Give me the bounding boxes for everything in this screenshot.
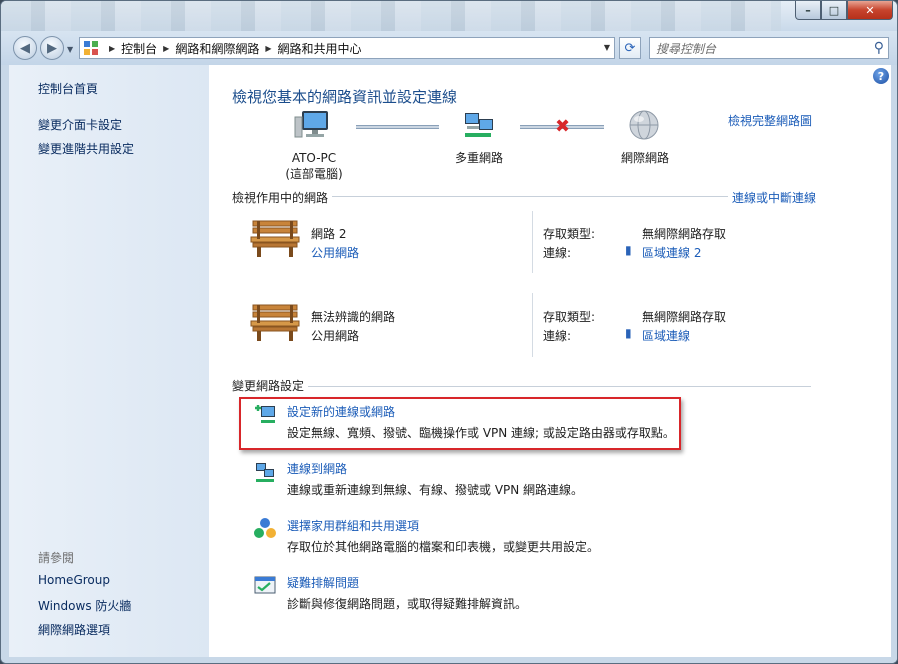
bench-icon[interactable] [249, 303, 301, 346]
sidebar-item-control-panel-home[interactable]: 控制台首頁 [38, 80, 98, 97]
breadcrumb-separator-icon[interactable]: ▶ [109, 44, 115, 53]
control-panel-icon [83, 40, 99, 56]
connect-network-icon[interactable] [253, 460, 277, 484]
forward-arrow-icon: ▶ [47, 40, 57, 56]
red-x-icon[interactable]: ✖ [555, 118, 570, 136]
view-full-map-link[interactable]: 檢視完整網路圖 [728, 112, 812, 129]
main-content: ? 檢視您基本的網路資訊並設定連線 檢視完整網路圖 ATO-PC (這部電腦) [209, 65, 891, 657]
minimize-button[interactable]: – [795, 1, 821, 20]
title-bar-background [1, 1, 781, 31]
task-troubleshoot-desc: 診斷與修復網路問題，或取得疑難排解資訊。 [287, 597, 528, 611]
bench-icon[interactable] [249, 219, 301, 262]
breadcrumb-network-sharing-center[interactable]: 網路和共用中心 [278, 40, 362, 57]
computer-icon[interactable] [294, 109, 330, 144]
task-setup-new-connection-link[interactable]: 設定新的連線或網路 [287, 403, 395, 420]
navigation-bar: ◀ ▶ ▼ ▶ 控制台 ▶ 網路和網際網路 ▶ 網路和共用中心 ▼ ⟳ 搜尋控制… [1, 31, 897, 65]
troubleshoot-icon[interactable] [253, 574, 277, 598]
window-frame-right [891, 65, 897, 663]
window-frame-bottom [1, 657, 897, 663]
breadcrumb-separator-icon[interactable]: ▶ [163, 44, 169, 53]
task-homegroup-link[interactable]: 選擇家用群組和共用選項 [287, 517, 419, 534]
task-connect-network-desc: 連線或重新連線到無線、有線、撥號或 VPN 網路連線。 [287, 483, 584, 497]
maximize-button[interactable]: □ [821, 1, 847, 20]
network-2-connection-link[interactable]: 區域連線 [642, 327, 690, 344]
page-title: 檢視您基本的網路資訊並設定連線 [232, 88, 458, 106]
task-connect-network-link[interactable]: 連線到網路 [287, 460, 347, 477]
network-1-connection-link[interactable]: 區域連線 2 [642, 244, 701, 261]
sidebar-item-change-adapter-settings[interactable]: 變更介面卡設定 [38, 116, 122, 133]
search-placeholder: 搜尋控制台 [656, 41, 717, 56]
network-1-separator [532, 211, 533, 273]
multiple-networks-icon[interactable] [461, 109, 497, 144]
breadcrumb-control-panel[interactable]: 控制台 [121, 40, 157, 57]
internet-globe-icon[interactable] [627, 109, 661, 146]
new-connection-icon[interactable] [253, 402, 277, 426]
computer-name: ATO-PC [291, 151, 337, 165]
refresh-icon: ⟳ [624, 40, 636, 56]
task-setup-new-connection-desc: 設定無線、寬頻、撥號、臨機操作或 VPN 連線; 或設定路由器或存取點。 [287, 426, 675, 440]
network-2-connection-label: 連線: [543, 329, 572, 343]
connect-disconnect-link[interactable]: 連線或中斷連線 [728, 189, 817, 206]
active-networks-title: 檢視作用中的網路 [232, 189, 333, 206]
see-also-heading: 請參閱 [38, 551, 75, 565]
change-settings-divider [232, 386, 811, 387]
homegroup-icon[interactable] [253, 517, 277, 541]
multiple-networks-label: 多重網路 [454, 151, 503, 165]
network-2-access-type-label: 存取類型: [543, 310, 596, 324]
search-input[interactable]: 搜尋控制台 ⚲ [649, 37, 889, 59]
refresh-button[interactable]: ⟳ [619, 37, 641, 59]
connection-line [356, 125, 439, 129]
internet-label: 網際網路 [620, 151, 669, 165]
sidebar-item-internet-options[interactable]: 網際網路選項 [38, 621, 110, 638]
network-sharing-center-window: – □ ✕ ◀ ▶ ▼ ▶ 控制台 ▶ 網路和網際網路 ▶ 網路和共用中心 ▼ … [0, 0, 898, 664]
address-dropdown-icon[interactable]: ▼ [604, 43, 610, 52]
network-1-connection-label: 連線: [543, 246, 572, 260]
network-2-access-type-value: 無網際網路存取 [642, 310, 727, 324]
network-1-name: 網路 2 [311, 227, 347, 241]
task-troubleshoot-link[interactable]: 疑難排解問題 [287, 574, 359, 591]
ethernet-plug-icon: ▮ [625, 243, 632, 257]
ethernet-plug-icon: ▮ [625, 326, 632, 340]
forward-button[interactable]: ▶ [40, 36, 64, 60]
task-homegroup-desc: 存取位於其他網路電腦的檔案和印表機，或變更共用設定。 [287, 540, 600, 554]
sidebar-item-windows-firewall[interactable]: Windows 防火牆 [38, 597, 131, 614]
network-1-access-type-label: 存取類型: [543, 227, 596, 241]
recent-pages-dropdown[interactable]: ▼ [67, 45, 73, 54]
computer-label: ATO-PC (這部電腦) [264, 150, 364, 182]
breadcrumb-network-internet[interactable]: 網路和網際網路 [175, 40, 259, 57]
back-arrow-icon: ◀ [20, 40, 30, 56]
address-bar[interactable]: ▶ 控制台 ▶ 網路和網際網路 ▶ 網路和共用中心 ▼ [79, 37, 615, 59]
sidebar-item-change-advanced-sharing[interactable]: 變更進階共用設定 [38, 140, 134, 157]
sidebar: 控制台首頁 變更介面卡設定 變更進階共用設定 請參閱 HomeGroup Win… [9, 65, 209, 657]
computer-sub-label: (這部電腦) [285, 167, 343, 181]
network-2-separator [532, 293, 533, 357]
search-icon[interactable]: ⚲ [874, 40, 884, 56]
help-icon[interactable]: ? [873, 68, 889, 84]
network-1-category-link[interactable]: 公用網路 [311, 244, 359, 261]
change-settings-title: 變更網路設定 [232, 377, 309, 394]
network-2-category: 公用網路 [311, 329, 360, 343]
close-button[interactable]: ✕ [847, 1, 893, 20]
title-bar: – □ ✕ [1, 1, 897, 31]
back-button[interactable]: ◀ [13, 36, 37, 60]
network-2-name: 無法辨識的網路 [311, 310, 396, 324]
sidebar-item-homegroup[interactable]: HomeGroup [38, 573, 110, 587]
network-1-access-type-value: 無網際網路存取 [642, 227, 727, 241]
caption-buttons: – □ ✕ [795, 1, 893, 21]
breadcrumb-separator-icon[interactable]: ▶ [265, 44, 271, 53]
